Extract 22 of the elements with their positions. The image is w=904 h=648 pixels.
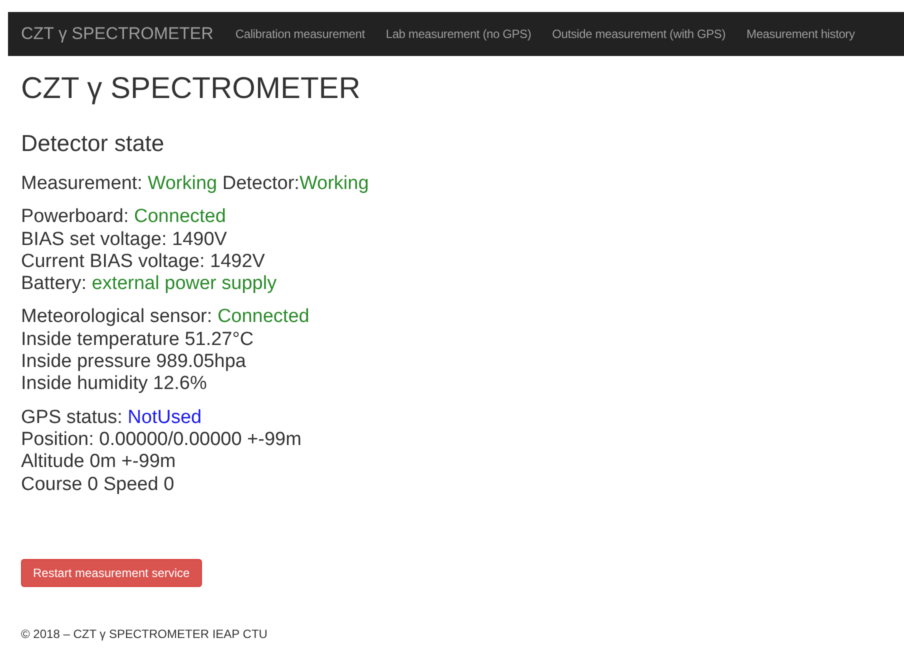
nav-link[interactable]: Measurement history <box>746 27 855 41</box>
page-title: CZT γ SPECTROMETER <box>21 72 362 106</box>
status-line: Current BIAS voltage: 1492V <box>21 250 266 274</box>
nav-link[interactable]: Lab measurement (no GPS) <box>386 27 532 41</box>
footer-text: © 2018 – CZT γ SPECTROMETER IEAP CTU <box>21 626 268 641</box>
status-line: Altitude 0m +-99m <box>21 451 177 474</box>
status-line: GPS status: NotUsed <box>21 406 203 429</box>
status-line: Powerboard: Connected <box>21 206 227 229</box>
nav-link[interactable]: Calibration measurement <box>235 27 365 41</box>
restart-button[interactable]: Restart measurement service <box>21 558 202 587</box>
status-line: Inside pressure 989.05hpa <box>21 351 247 374</box>
status-line: Position: 0.00000/0.00000 +-99m <box>21 428 302 452</box>
nav-link[interactable]: Outside measurement (with GPS) <box>552 27 726 41</box>
status-line: Meteorological sensor: Connected <box>21 306 310 329</box>
status-line: Inside humidity 12.6% <box>21 373 208 396</box>
status-line: BIAS set voltage: 1490V <box>21 228 228 251</box>
section-title: Detector state <box>21 130 166 157</box>
status-line: Inside temperature 51.27°C <box>21 328 255 352</box>
status-line: Course 0 Speed 0 <box>21 474 176 496</box>
status-line: Measurement: Working Detector:Working <box>21 173 370 196</box>
status-line: Battery: external power supply <box>21 273 278 296</box>
brand-link[interactable]: CZT γ SPECTROMETER <box>21 24 214 44</box>
